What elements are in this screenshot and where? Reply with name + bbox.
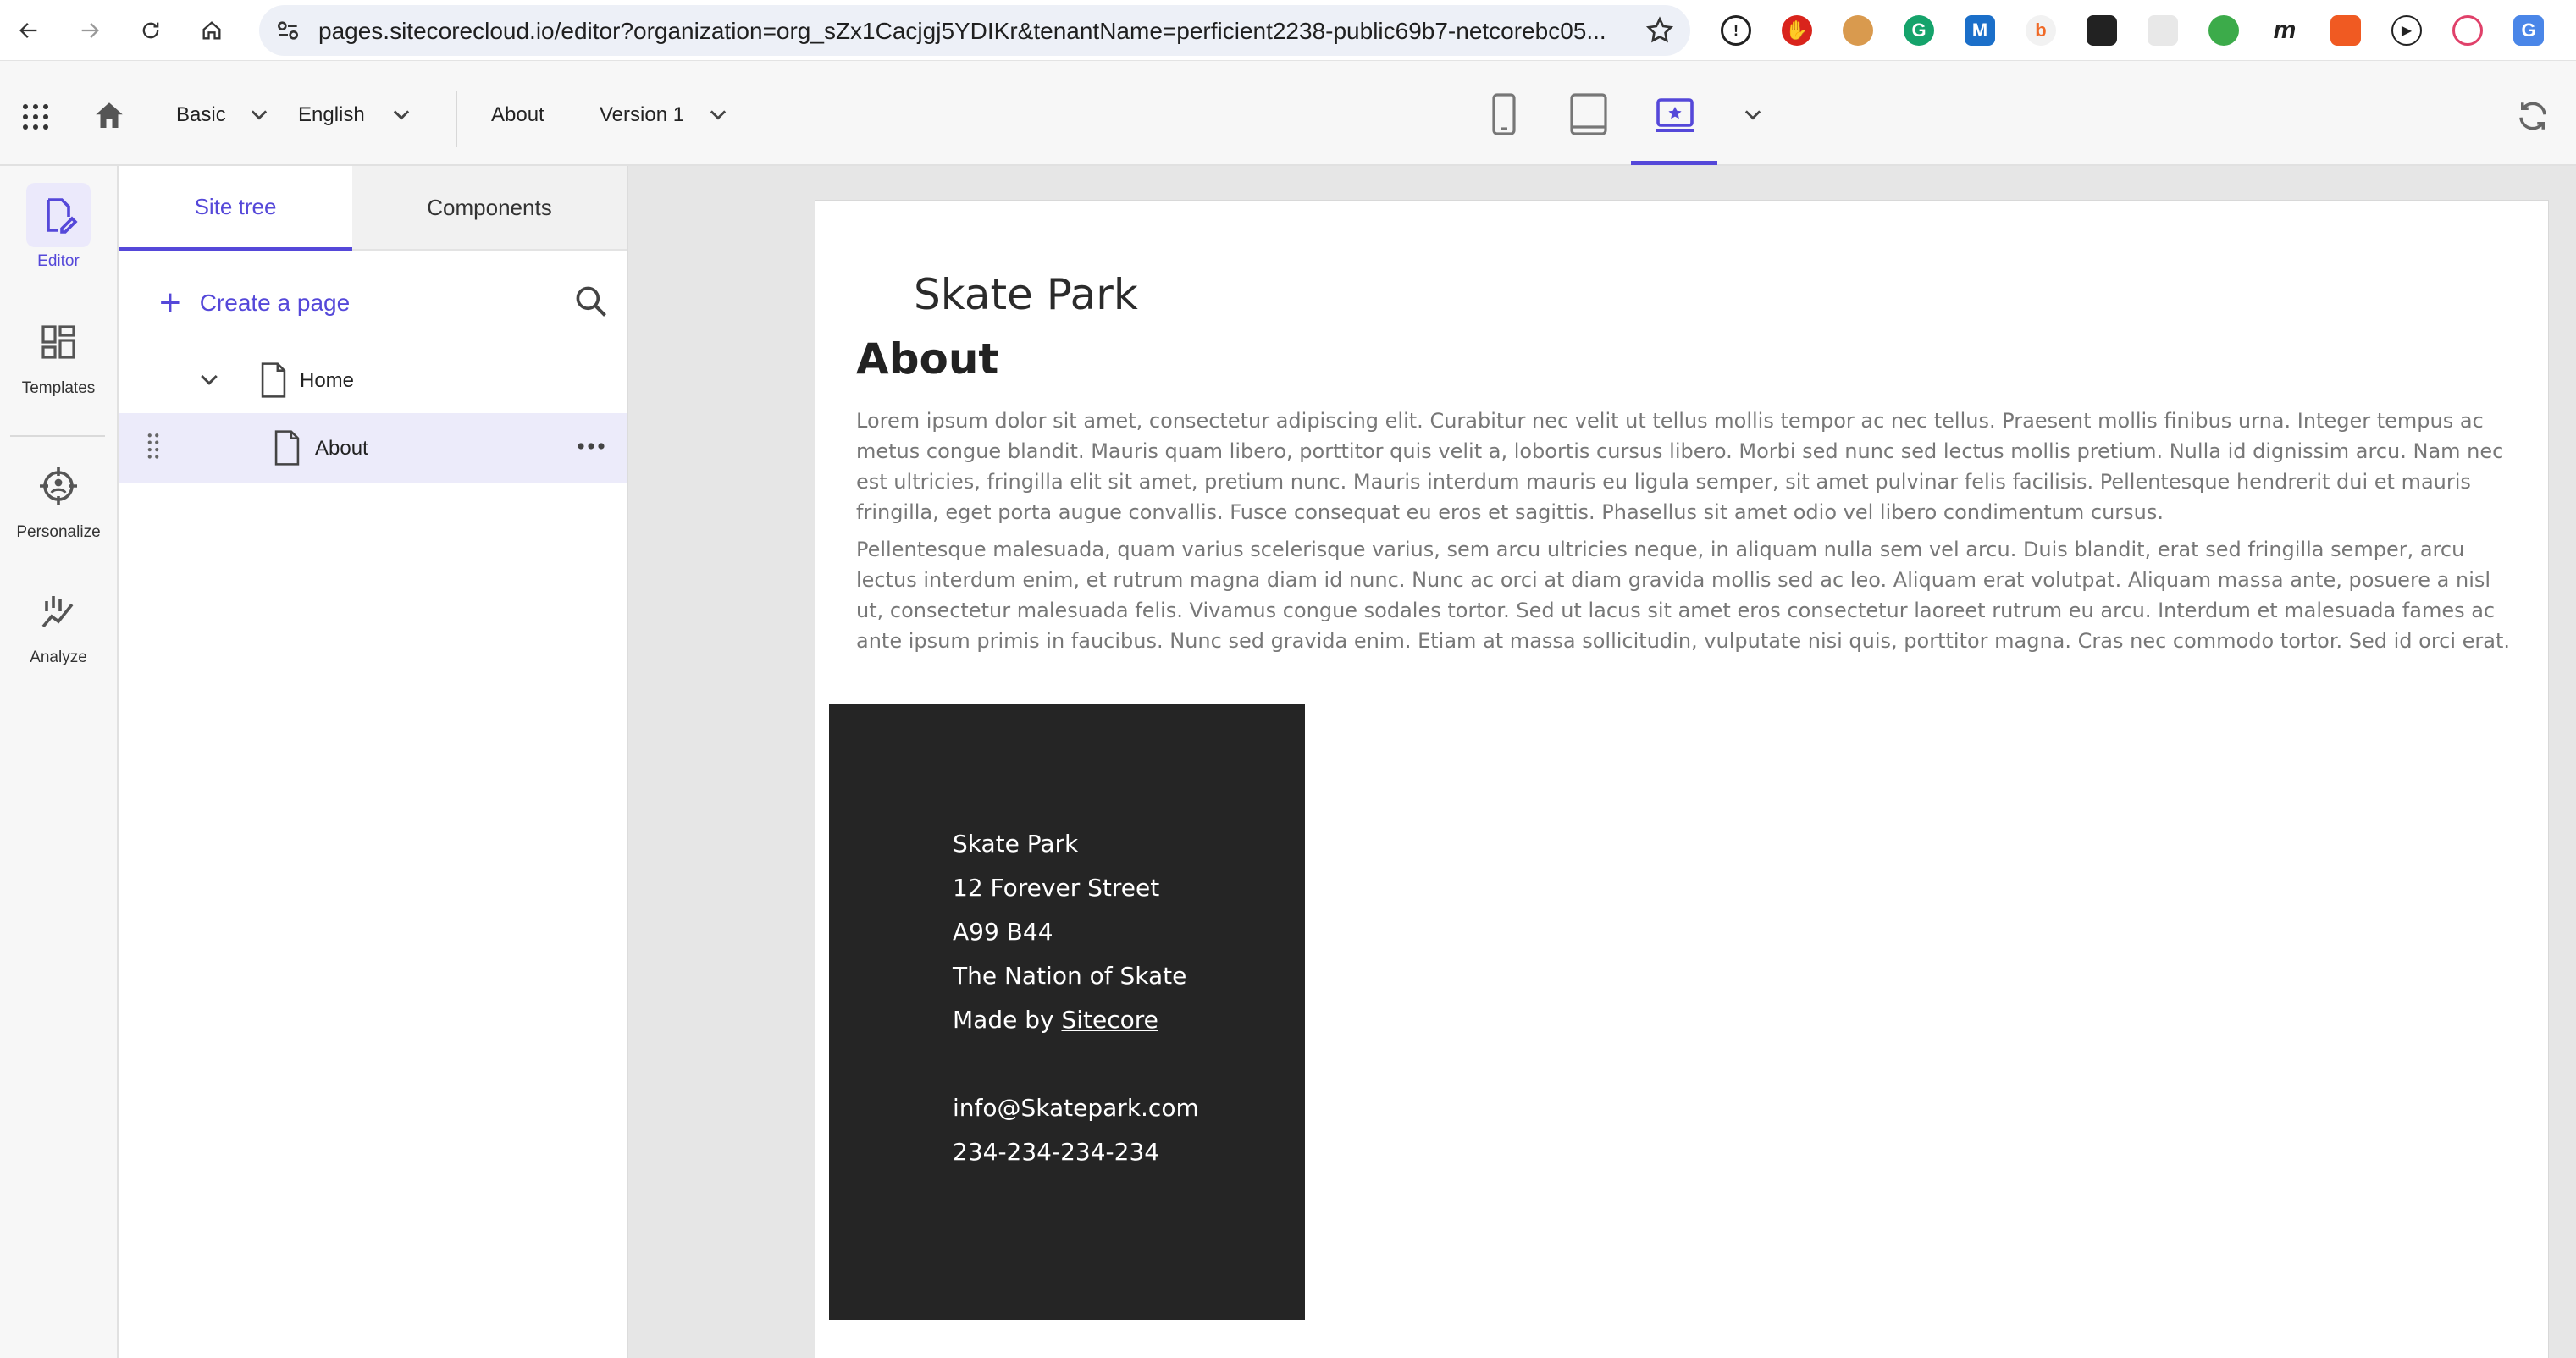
templates-icon	[26, 310, 91, 374]
site-tree-panel: Site tree Components + Create a page Hom…	[119, 166, 628, 1358]
version-select[interactable]: Version 1	[600, 103, 684, 127]
extension-dark-icon[interactable]	[2087, 15, 2117, 46]
extension-translate-icon[interactable]	[2330, 15, 2361, 46]
more-options-icon[interactable]	[576, 439, 606, 454]
extension-gallery-icon[interactable]	[2148, 15, 2178, 46]
editor-icon	[26, 183, 91, 247]
rail-item-label: Analyze	[30, 649, 87, 666]
rail-item-personalize[interactable]: Personalize	[0, 454, 117, 542]
chevron-down-icon[interactable]	[706, 103, 730, 127]
page-icon	[261, 362, 286, 398]
rail-item-editor[interactable]: Editor	[0, 183, 117, 271]
extension-info-icon[interactable]: !	[1721, 15, 1751, 46]
language-select[interactable]: English	[298, 103, 365, 127]
extension-clover-icon[interactable]	[2208, 15, 2239, 46]
sitecore-link[interactable]: Sitecore	[1061, 1006, 1158, 1034]
extension-adblock-icon[interactable]: ✋	[1782, 15, 1812, 46]
create-page-button[interactable]: + Create a page	[159, 284, 350, 322]
url-text: pages.sitecorecloud.io/editor?organizati…	[318, 18, 1606, 44]
active-device-indicator	[1631, 161, 1717, 165]
chevron-down-icon[interactable]	[390, 103, 413, 127]
chevron-down-icon[interactable]	[1741, 103, 1765, 127]
extension-cookie-icon[interactable]	[1843, 15, 1873, 46]
page-preview[interactable]: Skate Park About Lorem ipsum dolor sit a…	[815, 200, 2549, 1358]
footer-postcode: A99 B44	[953, 918, 1053, 946]
tab-components[interactable]: Components	[352, 166, 627, 251]
rail-item-label: Templates	[21, 379, 96, 397]
extension-m-icon[interactable]: M	[1965, 15, 1995, 46]
template-select[interactable]: Basic	[176, 103, 226, 127]
refresh-icon[interactable]	[2515, 98, 2551, 134]
drag-handle-icon[interactable]	[146, 432, 161, 464]
footer-country: The Nation of Skate	[953, 962, 1187, 990]
page-icon	[274, 430, 300, 466]
home-icon[interactable]	[91, 98, 127, 134]
made-by-prefix: Made by	[953, 1006, 1062, 1034]
home-browser-icon[interactable]	[195, 14, 229, 47]
desktop-device-icon[interactable]	[1655, 93, 1695, 137]
tree-node-about[interactable]: About	[119, 413, 627, 483]
footer-street: 12 Forever Street	[953, 874, 1160, 902]
personalize-icon	[26, 454, 91, 518]
current-page-name: About	[491, 103, 544, 126]
extension-grammarly-icon[interactable]: G	[1904, 15, 1934, 46]
body-paragraph[interactable]: Pellentesque malesuada, quam varius scel…	[856, 534, 2516, 656]
tree-node-label: Home	[300, 369, 355, 392]
editor-canvas: Skate Park About Lorem ipsum dolor sit a…	[628, 166, 2576, 1358]
rail-item-templates[interactable]: Templates	[0, 310, 117, 398]
left-navigation-rail: Editor Templates Personalize Analyze	[0, 166, 119, 1358]
tab-site-tree[interactable]: Site tree	[119, 166, 352, 251]
chevron-down-icon[interactable]	[196, 367, 222, 393]
body-paragraph[interactable]: Lorem ipsum dolor sit amet, consectetur …	[856, 406, 2516, 527]
extension-spiral-icon[interactable]	[2452, 15, 2483, 46]
rail-item-label: Personalize	[16, 523, 101, 541]
header-divider	[456, 91, 457, 147]
analyze-icon	[26, 579, 91, 643]
create-page-label: Create a page	[199, 290, 351, 316]
tablet-device-icon[interactable]	[1568, 93, 1609, 137]
rail-item-label: Editor	[37, 252, 80, 270]
plus-icon: +	[159, 282, 181, 323]
footer-phone: 234-234-234-234	[953, 1138, 1160, 1166]
footer-spacer	[953, 1042, 1199, 1086]
browser-toolbar: pages.sitecorecloud.io/editor?organizati…	[0, 0, 2576, 61]
back-icon[interactable]	[12, 14, 46, 47]
chevron-down-icon[interactable]	[247, 103, 271, 127]
search-icon[interactable]	[572, 283, 610, 320]
footer-block[interactable]: Skate Park 12 Forever Street A99 B44 The…	[829, 704, 1305, 1320]
footer-name: Skate Park	[953, 830, 1079, 858]
forward-icon[interactable]	[73, 14, 107, 47]
rail-item-analyze[interactable]: Analyze	[0, 579, 117, 667]
bookmark-star-icon[interactable]	[1645, 15, 1675, 46]
site-info-icon[interactable]	[274, 17, 301, 44]
app-grid-icon[interactable]	[20, 102, 51, 132]
footer-email: info@Skatepark.com	[953, 1094, 1199, 1122]
mobile-device-icon[interactable]	[1484, 93, 1524, 137]
editor-header: Basic English About Version 1	[0, 61, 2576, 166]
extension-google-translate-icon[interactable]: G	[2513, 15, 2544, 46]
tree-node-home[interactable]: Home	[119, 345, 627, 415]
address-bar[interactable]: pages.sitecorecloud.io/editor?organizati…	[259, 5, 1690, 56]
extension-play-icon[interactable]: ▶	[2391, 15, 2422, 46]
reload-icon[interactable]	[134, 14, 168, 47]
extension-m-italic-icon[interactable]: m	[2269, 15, 2300, 46]
extension-b-icon[interactable]: b	[2026, 15, 2056, 46]
rail-divider	[10, 435, 105, 437]
tree-node-label: About	[315, 437, 368, 460]
page-heading[interactable]: About	[856, 334, 998, 384]
footer-contact: Skate Park 12 Forever Street A99 B44 The…	[953, 822, 1199, 1174]
site-title[interactable]: Skate Park	[914, 270, 1138, 319]
footer-made-by: Made by Sitecore	[953, 998, 1199, 1042]
